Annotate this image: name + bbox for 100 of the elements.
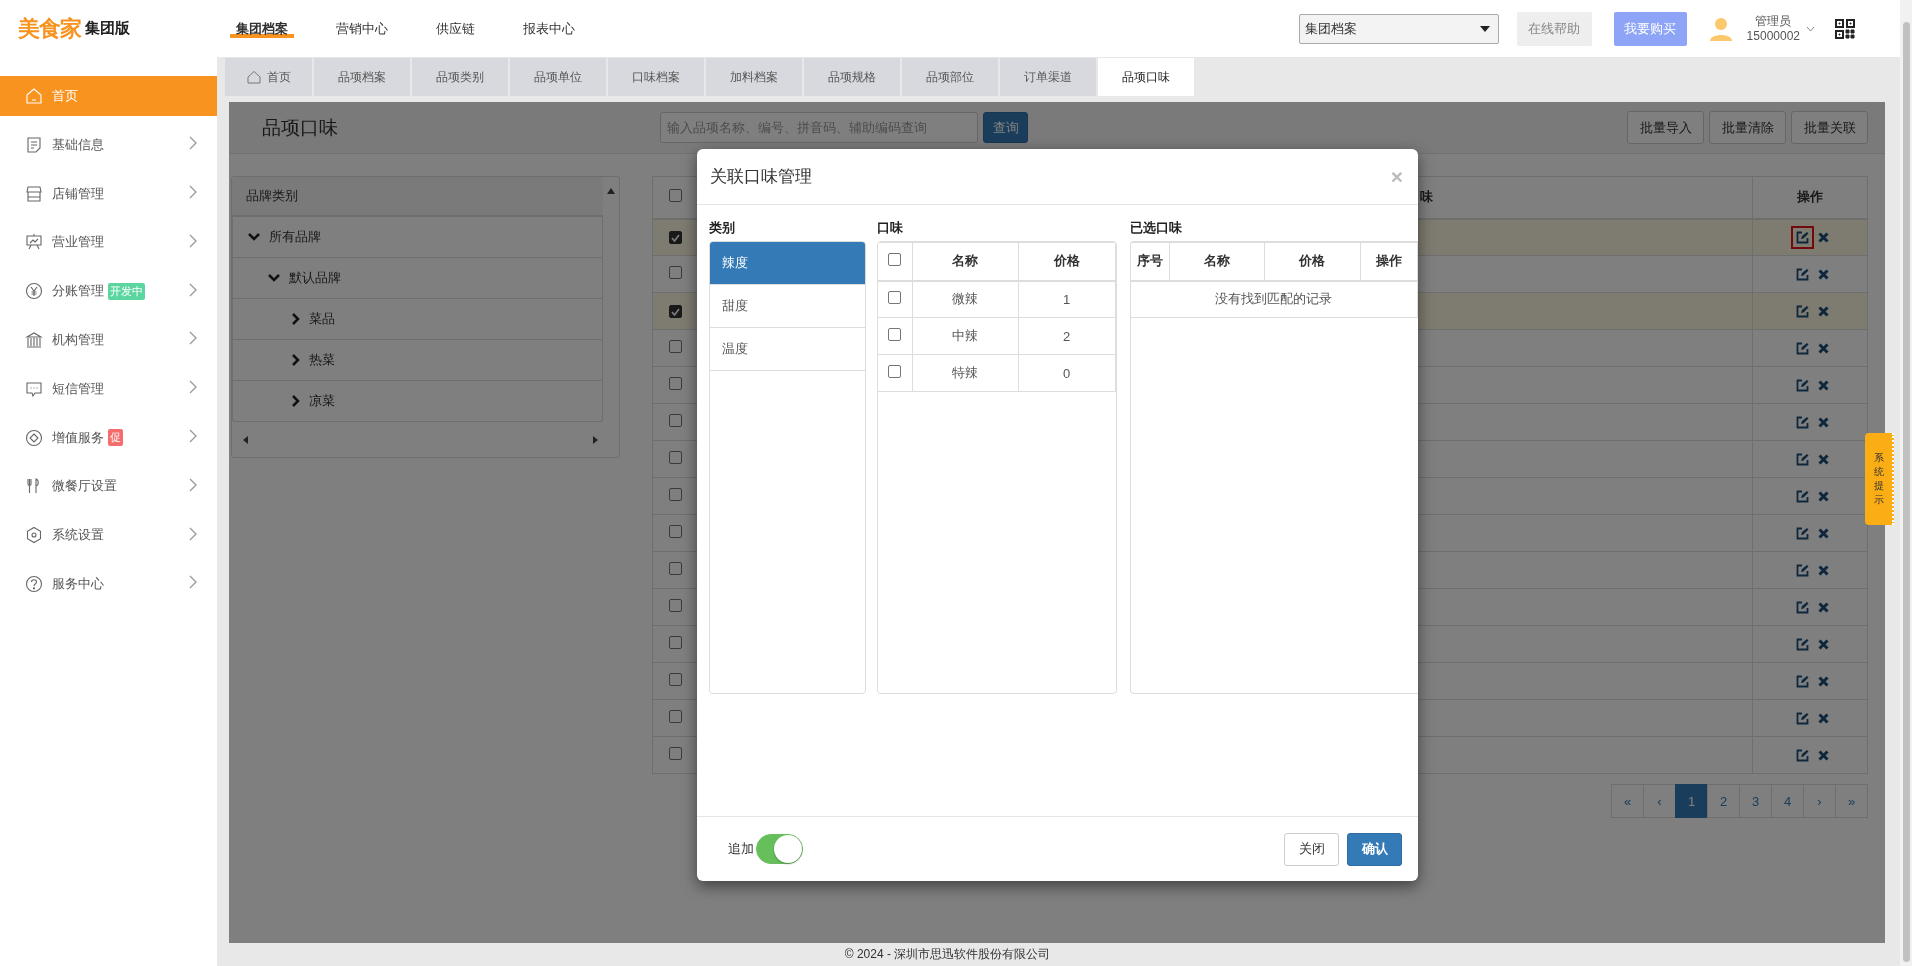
table-cell: 1 — [1018, 280, 1116, 318]
tab[interactable]: 品项口味 — [1098, 58, 1194, 96]
delete-icon[interactable] — [1818, 268, 1829, 280]
category-item[interactable]: 甜度 — [710, 285, 866, 328]
checkbox[interactable] — [668, 231, 682, 245]
delete-icon[interactable] — [1818, 601, 1829, 613]
qr-code-icon[interactable] — [1835, 18, 1855, 39]
delete-icon[interactable] — [1818, 305, 1829, 317]
delete-icon[interactable] — [1818, 749, 1829, 761]
sidebar-item[interactable]: 基础信息 — [0, 124, 217, 165]
previous-page-button[interactable]: ‹ — [1643, 784, 1676, 818]
checkbox[interactable] — [668, 451, 682, 464]
sidebar-item[interactable]: 微餐厅设置 — [0, 466, 217, 507]
nav-link[interactable]: 营销中心 — [312, 0, 412, 57]
category-item[interactable]: 温度 — [710, 328, 866, 371]
edition-label: 集团版 — [85, 19, 130, 38]
edit-icon[interactable] — [1791, 225, 1814, 249]
checkbox[interactable] — [668, 636, 682, 649]
tab[interactable]: 口味档案 — [608, 58, 704, 96]
dropdown-arrow-icon[interactable] — [1479, 25, 1490, 32]
user-name[interactable]: 管理员 — [1755, 13, 1792, 29]
search-button[interactable]: 查询 — [983, 112, 1028, 143]
nav-link[interactable]: 供应链 — [412, 0, 499, 57]
sidebar-item[interactable]: 增值服务 促 — [0, 417, 217, 458]
scroll-arrow-icon[interactable] — [242, 435, 250, 444]
last-page-button[interactable]: » — [1835, 784, 1868, 818]
page-button[interactable]: 2 — [1707, 784, 1740, 818]
close-button[interactable]: 关闭 — [1284, 832, 1339, 866]
tree-node[interactable]: 凉菜 — [233, 381, 602, 422]
next-page-button[interactable]: › — [1803, 784, 1836, 818]
scrollbar[interactable] — [1903, 22, 1910, 962]
checkbox[interactable] — [668, 377, 682, 390]
checkbox[interactable] — [668, 488, 682, 501]
checkbox[interactable] — [668, 266, 682, 279]
checkbox[interactable] — [888, 291, 902, 305]
checkbox[interactable] — [668, 340, 682, 353]
checkbox[interactable] — [668, 525, 682, 538]
scroll-arrow-icon[interactable] — [591, 435, 599, 444]
chevron-down-icon[interactable] — [268, 274, 280, 282]
checkbox[interactable] — [888, 328, 902, 341]
checkbox[interactable] — [668, 189, 682, 203]
tree-node[interactable]: 热菜 — [233, 340, 602, 381]
diamond-circle-icon — [25, 428, 43, 447]
delete-icon[interactable] — [1818, 712, 1829, 724]
tree-node[interactable]: 默认品牌 — [233, 258, 602, 299]
checkbox[interactable] — [668, 747, 682, 760]
checkbox[interactable] — [668, 562, 682, 575]
delete-icon[interactable] — [1818, 490, 1829, 502]
action-button[interactable]: 批量清除 — [1709, 111, 1786, 144]
delete-icon[interactable] — [1818, 453, 1829, 465]
chevron-down-icon[interactable] — [248, 233, 260, 241]
tab[interactable]: 品项部位 — [902, 58, 998, 96]
sidebar-item[interactable]: 机构管理 — [0, 320, 217, 360]
checkbox[interactable] — [668, 599, 682, 612]
checkbox[interactable] — [668, 710, 682, 723]
nav-link[interactable]: 报表中心 — [499, 0, 599, 57]
first-page-button[interactable]: « — [1611, 784, 1644, 818]
page-button[interactable]: 3 — [1739, 784, 1772, 818]
tab[interactable]: 品项单位 — [510, 58, 606, 96]
chevron-right-icon[interactable] — [292, 354, 300, 366]
tab[interactable]: 品项档案 — [314, 58, 410, 96]
copyright-text: © 2024 - 深圳市思迅软件股份有限公司 — [844, 946, 1051, 963]
tab[interactable]: 订单渠道 — [1000, 58, 1096, 96]
sidebar-item[interactable]: 店铺管理 — [0, 173, 217, 214]
checkbox[interactable] — [668, 673, 682, 686]
delete-icon[interactable] — [1818, 416, 1829, 428]
sidebar-item[interactable]: 短信管理 — [0, 368, 217, 409]
category-item[interactable]: 辣度 — [710, 242, 866, 285]
checkbox[interactable] — [668, 305, 682, 318]
delete-icon[interactable] — [1818, 638, 1829, 650]
delete-icon[interactable] — [1818, 342, 1829, 354]
delete-icon[interactable] — [1818, 564, 1829, 576]
sidebar-item[interactable]: 系统设置 — [0, 515, 217, 556]
scroll-arrow-icon[interactable] — [607, 187, 615, 195]
sidebar-item[interactable]: 营业管理 — [0, 222, 217, 263]
toggle-switch[interactable] — [756, 834, 803, 864]
caret-icon[interactable] — [1806, 25, 1815, 32]
chevron-right-icon[interactable] — [292, 395, 300, 407]
organization-select[interactable]: 集团档案 — [1298, 13, 1499, 44]
tab[interactable]: 品项规格 — [804, 58, 900, 96]
checkbox[interactable] — [888, 253, 902, 267]
action-button[interactable]: 批量关联 — [1791, 111, 1868, 144]
tree-node[interactable]: 菜品 — [233, 299, 602, 340]
delete-icon[interactable] — [1818, 231, 1829, 243]
tab[interactable]: 首页 — [225, 58, 312, 96]
tab[interactable]: 加料档案 — [706, 58, 802, 96]
sidebar-item[interactable]: 分账管理 开发中 — [0, 271, 217, 312]
checkbox[interactable] — [888, 365, 902, 378]
action-button[interactable]: 批量导入 — [1627, 111, 1704, 144]
delete-icon[interactable] — [1818, 527, 1829, 539]
delete-icon[interactable] — [1818, 379, 1829, 391]
tree-node[interactable]: 所有品牌 — [233, 217, 602, 258]
sidebar-item[interactable]: 服务中心 — [0, 563, 217, 604]
tab[interactable]: 品项类别 — [412, 58, 508, 96]
hexagon-icon — [25, 526, 43, 545]
help-button[interactable]: 在线帮助 — [1516, 11, 1592, 46]
delete-icon[interactable] — [1818, 675, 1829, 687]
confirm-button[interactable]: 确认 — [1347, 832, 1402, 866]
checkbox[interactable] — [668, 414, 682, 427]
chevron-right-icon[interactable] — [292, 313, 300, 325]
